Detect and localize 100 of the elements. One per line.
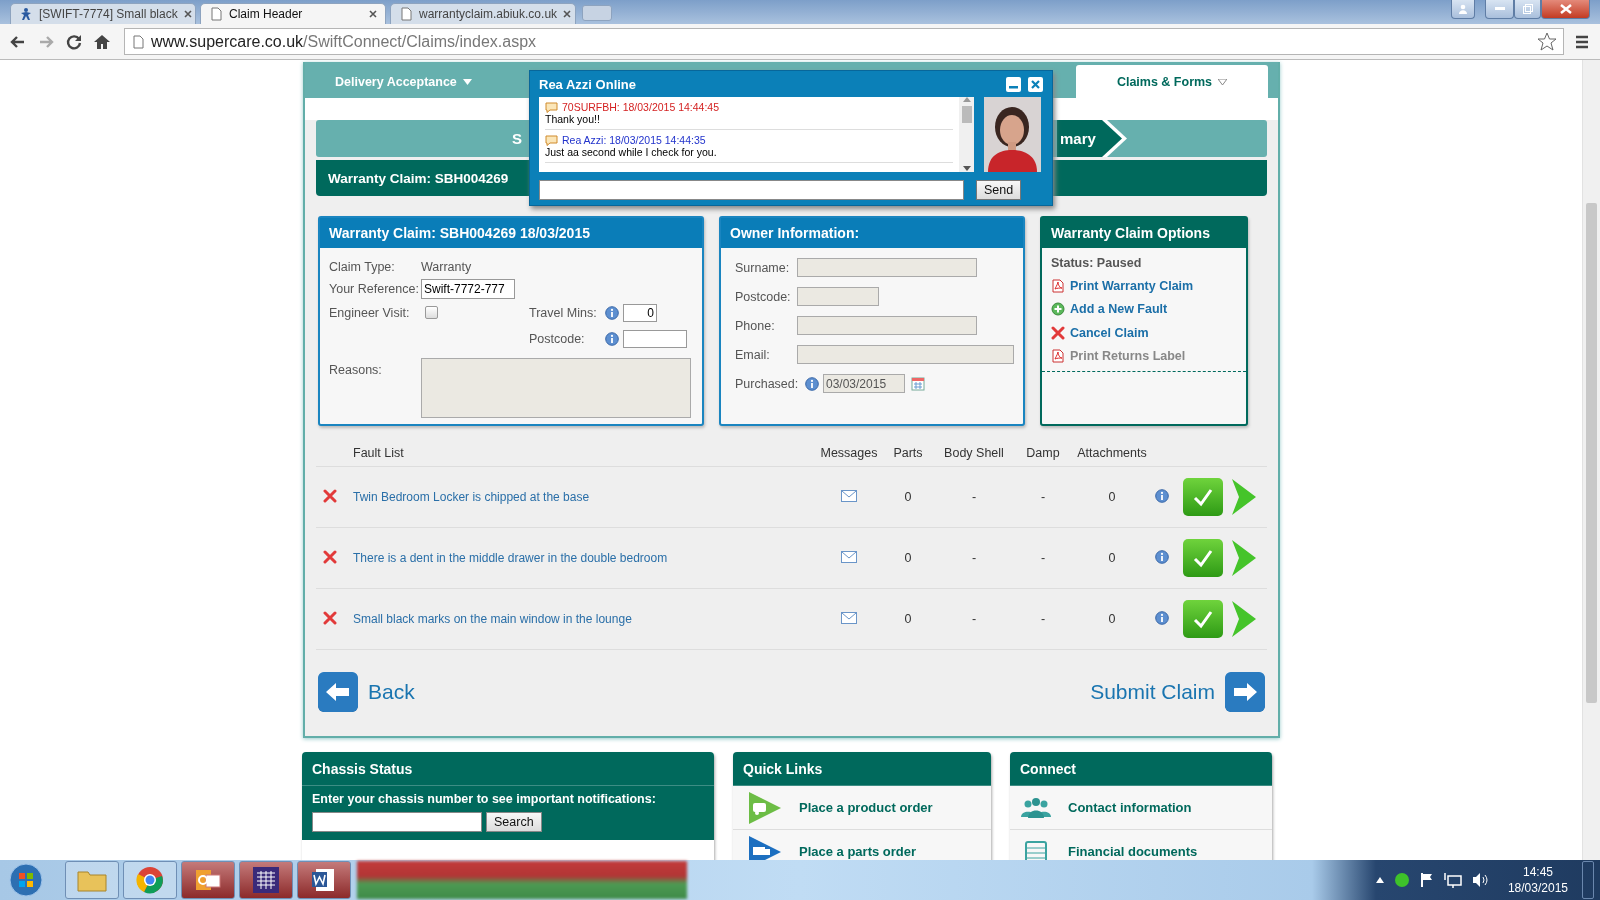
info-icon[interactable] (805, 376, 819, 391)
panel-title: Warranty Claim: SBH004269 18/03/2015 (329, 225, 590, 241)
panel-title: Warranty Claim Options (1051, 225, 1210, 241)
fault-link[interactable]: There is a dent in the middle drawer in the double bedroom (353, 551, 813, 565)
info-icon[interactable] (1155, 488, 1169, 503)
scroll-thumb[interactable] (1586, 203, 1597, 703)
caret-icon[interactable] (1375, 877, 1384, 883)
status-dot-icon[interactable] (1393, 872, 1410, 888)
field-label: Email: (735, 347, 771, 362)
delete-icon[interactable] (323, 488, 337, 503)
envelope-icon[interactable] (841, 550, 857, 563)
close-button[interactable] (1541, 0, 1590, 19)
fault-link[interactable]: Small black marks on the main window in the lounge (353, 612, 813, 626)
table-cell-text: 0 (903, 612, 913, 626)
scrollbar[interactable] (1582, 60, 1600, 860)
table-cell-text: - (1039, 612, 1047, 626)
reasons-field[interactable] (421, 358, 691, 418)
delete-icon[interactable] (323, 610, 337, 625)
approve-button[interactable] (1183, 539, 1223, 577)
scrollbar[interactable] (959, 97, 974, 172)
clock[interactable]: 14:45 18/03/2015 (1507, 864, 1568, 896)
owner-field[interactable] (797, 316, 977, 335)
show-desktop-button[interactable] (1582, 861, 1594, 899)
submit-claim-button[interactable]: Submit Claim (1090, 672, 1265, 712)
table-cell-text: - (1039, 490, 1047, 504)
calendar-icon[interactable] (911, 376, 925, 391)
postcode-field[interactable] (623, 329, 687, 348)
scroll-thumb[interactable] (961, 106, 972, 123)
purchased-field[interactable]: 03/03/2015 (823, 374, 905, 393)
quick-link[interactable]: Contact information (1068, 800, 1192, 815)
panel-title: Quick Links (743, 760, 823, 777)
option-link[interactable]: Add a New Fault (1070, 297, 1168, 321)
close-icon[interactable] (183, 10, 192, 18)
claim-type-value: Warranty (421, 260, 472, 274)
start-button[interactable] (9, 863, 43, 897)
document-app-icon[interactable] (297, 861, 351, 899)
info-icon[interactable] (1155, 549, 1169, 564)
check-icon (1192, 548, 1214, 568)
checkbox[interactable] (425, 306, 438, 319)
chevron-right-icon[interactable] (1229, 478, 1257, 516)
network-icon[interactable] (1443, 872, 1462, 888)
grid-app-icon[interactable] (239, 861, 293, 899)
close-button[interactable] (1028, 76, 1043, 92)
nav-tab[interactable]: Claims & Forms (1076, 65, 1268, 98)
browser-tab[interactable]: [SWIFT-7774] Small black (10, 3, 196, 24)
quick-link[interactable]: Place a parts order (799, 844, 917, 859)
arrow-left-icon (318, 672, 358, 712)
travel-field[interactable]: 0 (623, 303, 657, 322)
browser-tab[interactable]: Claim Header (200, 3, 386, 24)
approve-button[interactable] (1183, 600, 1223, 638)
current-step-tab[interactable]: mary (1057, 120, 1127, 157)
restore-button[interactable] (1514, 0, 1541, 19)
chevron-right-icon[interactable] (1229, 600, 1257, 638)
minimize-button[interactable] (1006, 76, 1021, 92)
mail-app-icon[interactable] (181, 861, 235, 899)
minimize-icon (1009, 85, 1018, 89)
info-icon[interactable] (605, 331, 619, 346)
message-field[interactable] (539, 180, 964, 200)
speaker-icon[interactable] (1471, 872, 1490, 888)
address-bar[interactable]: www.supercare.co.uk/SwiftConnect/Claims/index.aspx (124, 28, 1564, 55)
speech-bubble-icon (545, 101, 558, 113)
info-icon[interactable] (1155, 610, 1169, 625)
cancel-icon (1051, 325, 1065, 340)
folder-icon[interactable] (65, 861, 119, 899)
check-icon (1192, 609, 1214, 629)
approve-button[interactable] (1183, 478, 1223, 516)
arrow-right-icon (1225, 672, 1265, 712)
chevron-right-icon[interactable] (1229, 539, 1257, 577)
user-button[interactable] (1451, 0, 1475, 19)
flag-icon[interactable] (1419, 872, 1434, 888)
column-header: Messages (819, 446, 879, 460)
close-icon[interactable] (369, 10, 377, 18)
owner-field[interactable] (797, 287, 879, 306)
reference-field[interactable]: Swift-7772-777 (421, 279, 515, 299)
caret-icon (462, 78, 472, 85)
quick-link[interactable]: Financial documents (1068, 844, 1198, 859)
arrow-up-icon[interactable] (962, 97, 971, 103)
owner-field[interactable] (797, 258, 977, 277)
delete-icon[interactable] (323, 549, 337, 564)
back-button[interactable]: Back (318, 672, 415, 712)
option-link[interactable]: Print Warranty Claim (1070, 274, 1194, 298)
message-sender: Rea Azzi: 18/03/2015 14:44:35 (562, 134, 706, 146)
caret-icon (1218, 78, 1228, 85)
people-icon (1020, 796, 1052, 819)
chat-title: Rea Azzi Online (539, 76, 637, 92)
owner-field[interactable] (797, 345, 1014, 364)
send-button[interactable]: Send (976, 180, 1022, 200)
fault-link[interactable]: Twin Bedroom Locker is chipped at the base (353, 490, 813, 504)
envelope-icon[interactable] (841, 489, 857, 502)
close-icon[interactable] (563, 10, 572, 18)
quick-link[interactable]: Place a product order (799, 800, 933, 815)
chassis-field[interactable] (312, 812, 482, 832)
taskbar-button[interactable] (357, 861, 687, 899)
info-icon[interactable] (605, 305, 619, 320)
arrow-down-icon[interactable] (962, 166, 971, 172)
search-button[interactable]: Search (486, 812, 542, 832)
minimize-button[interactable] (1485, 0, 1514, 19)
envelope-icon[interactable] (841, 611, 857, 624)
browser-tab[interactable]: warrantyclaim.abiuk.co.uk (390, 3, 576, 24)
option-link[interactable]: Cancel Claim (1070, 321, 1149, 345)
